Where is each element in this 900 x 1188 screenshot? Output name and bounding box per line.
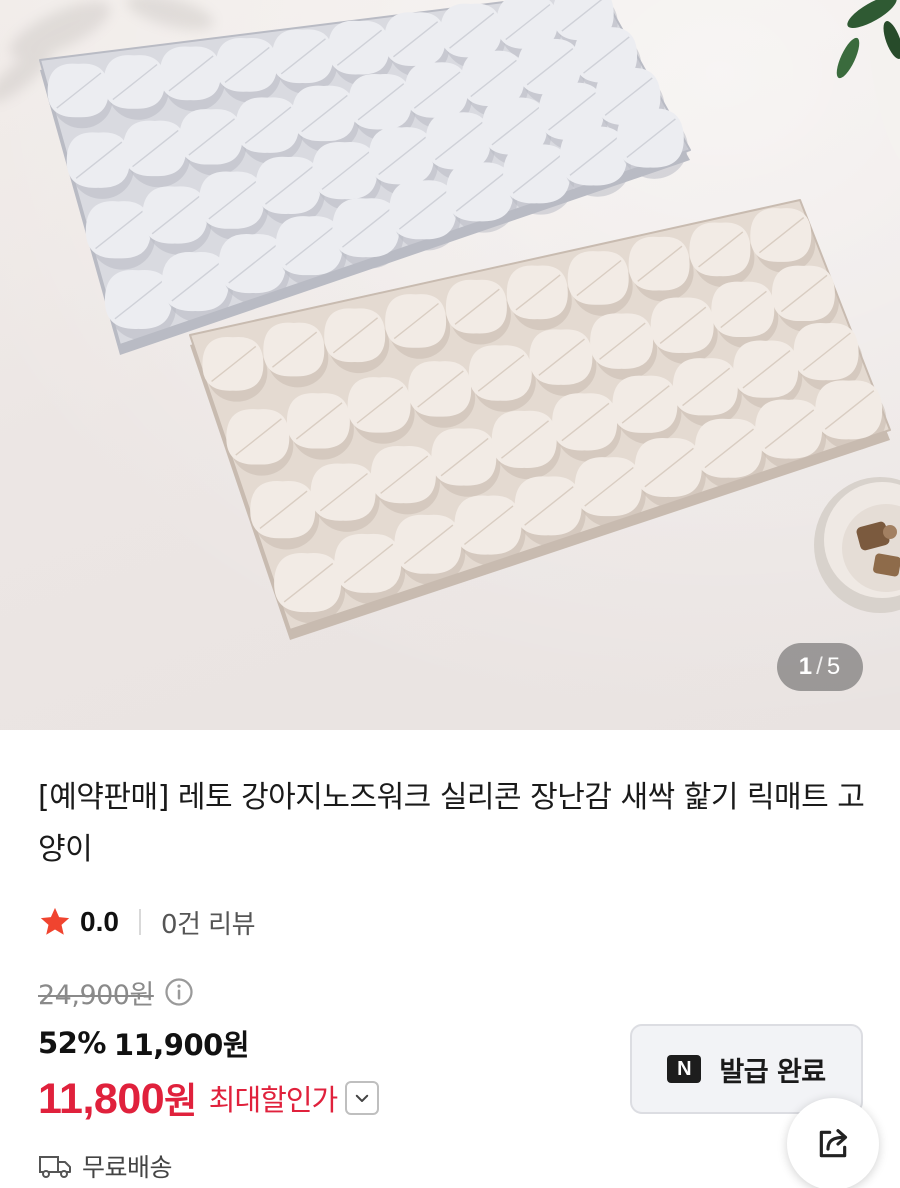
- chevron-down-icon: [355, 1094, 369, 1102]
- rating-value: 0.0: [80, 906, 119, 937]
- max-discount-price: 11,800원: [38, 1072, 197, 1124]
- coupon-label: 발급 완료: [719, 1056, 826, 1088]
- shipping-row: 무료배송: [38, 1148, 173, 1184]
- info-icon[interactable]: [164, 977, 194, 1007]
- star-icon: [40, 907, 70, 935]
- sale-price-row: 52% 11,900원: [38, 1023, 250, 1063]
- product-image-gallery[interactable]: 1 / 5: [0, 0, 900, 730]
- rating-row[interactable]: 0.0 0건 리뷰: [38, 902, 256, 942]
- max-discount-toggle[interactable]: [345, 1081, 380, 1115]
- review-count-link[interactable]: 0건 리뷰: [161, 904, 256, 941]
- naver-n-icon: N: [667, 1055, 702, 1083]
- max-discount-amount: 11,800: [38, 1075, 165, 1123]
- original-price: 24,900원: [38, 979, 154, 1011]
- original-price-row: 24,900원: [38, 972, 194, 1012]
- sale-price: 11,900원: [113, 1028, 250, 1062]
- discount-percent: 52%: [38, 1026, 106, 1060]
- image-pager: 1 / 5: [777, 643, 863, 691]
- truck-icon: [39, 1156, 71, 1178]
- max-discount-unit: 원: [164, 1081, 197, 1122]
- product-title: [예약판매] 레토 강아지노즈워크 실리콘 장난감 새싹 핥기 릭매트 고양이: [38, 780, 865, 867]
- max-discount-label: 최대할인가: [208, 1083, 338, 1117]
- pager-current: 1: [798, 653, 814, 680]
- product-photo: [0, 0, 900, 730]
- max-discount-row[interactable]: 11,800원 최대할인가: [38, 1072, 380, 1124]
- shipping-label: 무료배송: [82, 1153, 173, 1182]
- share-button[interactable]: [787, 1098, 879, 1188]
- share-icon: [819, 1129, 848, 1158]
- pager-separator: /: [816, 653, 824, 680]
- pager-total: 5: [826, 653, 842, 680]
- rating-divider: [138, 909, 141, 935]
